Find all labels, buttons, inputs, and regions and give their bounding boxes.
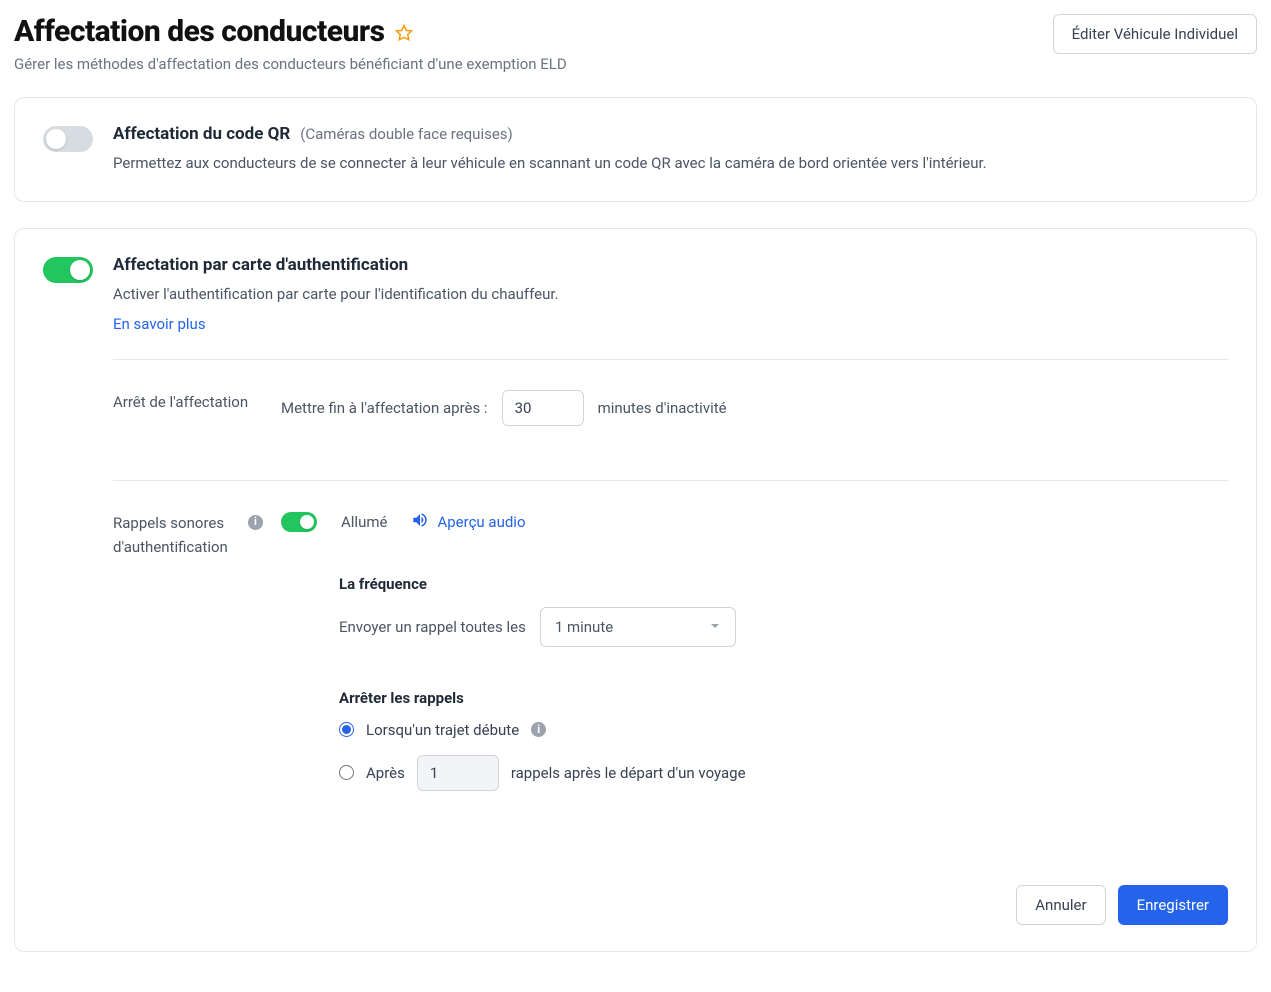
qr-assignment-toggle[interactable] [43, 126, 93, 152]
option-after-suffix: rappels après le départ d'un voyage [511, 764, 746, 782]
frequency-selected-value: 1 minute [555, 618, 613, 636]
audio-preview-label: Aperçu audio [437, 513, 525, 531]
card-footer: Annuler Enregistrer [113, 885, 1228, 925]
sound-reminders-label: Rappels sonores d'authentification [113, 511, 242, 559]
stop-suffix-text: minutes d'inactivité [598, 399, 727, 417]
id-card-assignment-card: Affectation par carte d'authentification… [14, 228, 1257, 951]
audio-preview-button[interactable]: Aperçu audio [411, 511, 525, 533]
cancel-button[interactable]: Annuler [1016, 885, 1105, 925]
sound-reminders-state: Allumé [341, 513, 387, 531]
frequency-heading: La fréquence [339, 575, 1228, 593]
frequency-prefix: Envoyer un rappel toutes les [339, 618, 526, 636]
option-trip-start-label: Lorsqu'un trajet débute [366, 721, 519, 739]
stop-reminders-option-after-count[interactable]: Après rappels après le départ d'un voyag… [339, 755, 1228, 791]
assignment-stop-label: Arrêt de l'affectation [113, 390, 248, 414]
caret-down-icon [709, 618, 721, 636]
radio-trip-start[interactable] [339, 722, 354, 737]
frequency-select[interactable]: 1 minute [540, 607, 736, 647]
qr-card-description: Permettez aux conducteurs de se connecte… [113, 152, 1228, 175]
qr-card-hint: (Caméras double face requises) [300, 125, 513, 143]
id-card-description: Activer l'authentification par carte pou… [113, 283, 1228, 306]
page-header: Affectation des conducteurs Gérer les mé… [14, 14, 1257, 73]
stop-reminders-option-trip-start[interactable]: Lorsqu'un trajet débute i [339, 721, 1228, 739]
id-card-assignment-toggle[interactable] [43, 257, 93, 283]
page-title: Affectation des conducteurs [14, 14, 385, 49]
info-icon[interactable]: i [531, 722, 546, 737]
save-button[interactable]: Enregistrer [1118, 885, 1228, 925]
speaker-icon [411, 511, 429, 533]
edit-individual-vehicle-button[interactable]: Éditer Véhicule Individuel [1053, 14, 1257, 54]
stop-reminders-heading: Arrêter les rappels [339, 689, 1228, 707]
radio-after-count[interactable] [339, 765, 354, 780]
assignment-stop-section: Arrêt de l'affectation Mettre fin à l'af… [113, 359, 1228, 454]
favorite-star-icon[interactable] [395, 24, 413, 46]
reminder-count-input [417, 755, 499, 791]
option-after-prefix: Après [366, 764, 405, 782]
stop-prefix-text: Mettre fin à l'affectation après : [281, 399, 488, 417]
qr-assignment-card: Affectation du code QR (Caméras double f… [14, 97, 1257, 202]
sound-reminders-toggle[interactable] [281, 512, 317, 532]
page-subtitle: Gérer les méthodes d'affectation des con… [14, 55, 567, 73]
info-icon[interactable]: i [248, 515, 263, 530]
learn-more-link[interactable]: En savoir plus [113, 315, 206, 333]
inactivity-minutes-input[interactable] [502, 390, 584, 426]
sound-reminders-section: Rappels sonores d'authentification i All… [113, 480, 1228, 835]
id-card-title: Affectation par carte d'authentification [113, 255, 1228, 275]
qr-card-title: Affectation du code QR [113, 124, 290, 144]
